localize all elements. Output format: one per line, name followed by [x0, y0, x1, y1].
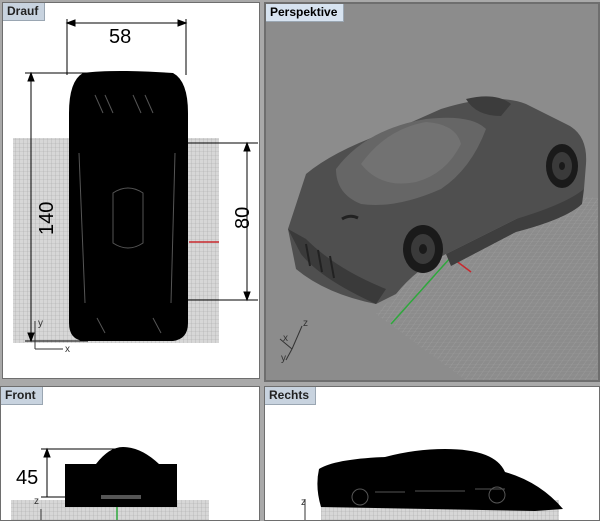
axis-label-y-persp: y: [281, 353, 286, 364]
dimension-length-value: 140: [36, 202, 58, 235]
viewport-perspective[interactable]: Perspektive z x y: [264, 2, 600, 382]
axis-label-z-front: z: [34, 496, 39, 507]
front-view-canvas: 45 z: [11, 447, 209, 520]
car-front-detail: [101, 495, 141, 499]
viewport-right[interactable]: Rechts z: [264, 386, 600, 521]
axis-label-z-persp: z: [303, 318, 308, 329]
viewport-label-top[interactable]: Drauf: [3, 3, 46, 21]
top-view-canvas: 58 140 80 y x: [13, 19, 258, 355]
right-view-canvas: z: [301, 449, 563, 520]
viewport-front[interactable]: Front 45 z: [0, 386, 260, 521]
axis-label-y-top: y: [38, 318, 43, 329]
viewport-label-front[interactable]: Front: [1, 387, 43, 405]
dimension-wheelbase-value: 80: [232, 207, 254, 229]
axis-label-x-persp: x: [283, 333, 288, 344]
viewport-label-perspective[interactable]: Perspektive: [266, 4, 345, 22]
viewport-top[interactable]: Drauf 58 140 80 y x: [2, 2, 260, 379]
axis-label-x-top: x: [65, 344, 70, 355]
car-top-silhouette: [69, 71, 188, 341]
car-side-silhouette: [317, 449, 563, 511]
viewport-label-right[interactable]: Rechts: [265, 387, 317, 405]
dimension-width-value: 58: [109, 26, 131, 48]
dimension-height-value: 45: [16, 467, 38, 489]
perspective-canvas: z x y: [279, 96, 598, 380]
axis-label-z-right: z: [301, 497, 306, 508]
